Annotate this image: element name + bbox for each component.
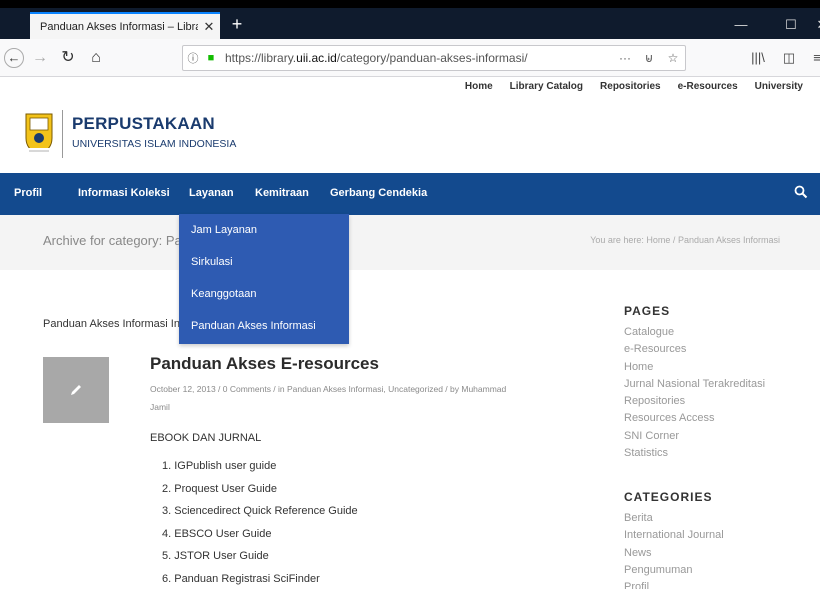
nav-item-gerbang-cendekia[interactable]: Gerbang Cendekia — [330, 187, 427, 199]
url-bar[interactable]: ⓘ ■ https://library.uii.ac.id/category/p… — [182, 45, 686, 71]
back-icon[interactable]: ← — [4, 48, 24, 68]
post-title[interactable]: Panduan Akses E-resources — [150, 354, 379, 374]
util-link-repositories[interactable]: Repositories — [600, 81, 661, 97]
sidebar-item-repositories[interactable]: Repositories — [624, 393, 765, 410]
archive-title: Archive for category: Pa — [43, 233, 182, 248]
pages-heading: PAGES — [624, 304, 671, 318]
list-item[interactable]: 5. JSTOR User Guide — [162, 550, 358, 573]
search-icon[interactable] — [794, 185, 808, 199]
categories-heading: CATEGORIES — [624, 490, 713, 504]
util-link-library-catalog[interactable]: Library Catalog — [510, 81, 583, 97]
sidebar-pages: PAGES Catalogue e-Resources Home Jurnal … — [624, 304, 765, 462]
sidebar-icon[interactable]: ◫ — [778, 48, 800, 68]
util-link-home[interactable]: Home — [465, 81, 493, 97]
list-item[interactable]: 1. IGPublish user guide — [162, 460, 358, 483]
screen-top-bar — [0, 0, 820, 8]
guide-list: 1. IGPublish user guide 2. Proquest User… — [162, 460, 358, 589]
forward-icon[interactable]: → — [30, 48, 50, 68]
breadcrumb[interactable]: You are here: Home / Panduan Akses Infor… — [590, 235, 780, 245]
category-item-pengumuman[interactable]: Pengumuman — [624, 562, 724, 579]
browser-tab[interactable]: Panduan Akses Informasi – Library ✕ — [30, 12, 220, 39]
category-item-berita[interactable]: Berita — [624, 510, 724, 527]
sidebar-item-catalogue[interactable]: Catalogue — [624, 324, 765, 341]
category-item-international-journal[interactable]: International Journal — [624, 527, 724, 544]
minimize-icon[interactable]: — — [725, 12, 757, 38]
sidebar-item-resources-access[interactable]: Resources Access — [624, 410, 765, 427]
home-icon[interactable]: ⌂ — [86, 48, 106, 68]
menu-item-sirkulasi[interactable]: Sirkulasi — [179, 246, 349, 278]
lock-icon: ■ — [207, 52, 215, 64]
intro-text: Panduan Akses Informasi In — [43, 318, 180, 330]
bookmark-star-icon[interactable]: ☆ — [661, 51, 685, 65]
post-meta: October 12, 2013 / 0 Comments / in Pandu… — [150, 384, 507, 412]
list-item[interactable]: 4. EBSCO User Guide — [162, 528, 358, 551]
menu-item-keanggotaan[interactable]: Keanggotaan — [179, 278, 349, 310]
utility-nav: Home Library Catalog Repositories e-Reso… — [465, 81, 820, 97]
menu-item-jam-layanan[interactable]: Jam Layanan — [179, 214, 349, 246]
url-text[interactable]: https://library.uii.ac.id/category/pandu… — [219, 51, 613, 65]
logo-divider — [62, 110, 63, 158]
category-item-news[interactable]: News — [624, 545, 724, 562]
browser-navbar: ← → ↻ ⌂ ⓘ ■ https://library.uii.ac.id/ca… — [0, 39, 820, 77]
page-actions-icon[interactable]: ··· — [613, 51, 637, 65]
sidebar-item-home[interactable]: Home — [624, 359, 765, 376]
main-nav: Profil Informasi Koleksi Layanan Kemitra… — [0, 173, 820, 215]
sidebar-item-sni-corner[interactable]: SNI Corner — [624, 428, 765, 445]
reload-icon[interactable]: ↻ — [58, 48, 78, 68]
list-item[interactable]: 6. Panduan Registrasi SciFinder — [162, 573, 358, 589]
university-emblem-icon[interactable] — [24, 112, 54, 156]
sidebar-item-statistics[interactable]: Statistics — [624, 445, 765, 462]
nav-item-profil[interactable]: Profil — [14, 187, 42, 199]
util-link-university[interactable]: University — [755, 81, 803, 97]
pencil-icon — [71, 385, 81, 395]
logo-subtitle: UNIVERSITAS ISLAM INDONESIA — [72, 138, 237, 150]
nav-item-kemitraan[interactable]: Kemitraan — [255, 187, 309, 199]
sidebar-item-jurnal-nasional[interactable]: Jurnal Nasional Terakreditasi — [624, 376, 765, 393]
logo-title[interactable]: PERPUSTAKAAN — [72, 114, 215, 134]
library-icon[interactable]: |||\ — [747, 48, 769, 68]
nav-item-informasi-koleksi[interactable]: Informasi Koleksi — [78, 187, 170, 199]
sidebar-categories: CATEGORIES Berita International Journal … — [624, 490, 724, 589]
sidebar-item-e-resources[interactable]: e-Resources — [624, 341, 765, 358]
post-section-heading: EBOOK DAN JURNAL — [150, 432, 262, 444]
layanan-dropdown-menu: Jam Layanan Sirkulasi Keanggotaan Pandua… — [179, 214, 349, 344]
tab-title: Panduan Akses Informasi – Library — [40, 20, 198, 33]
nav-item-layanan[interactable]: Layanan — [189, 187, 234, 199]
category-item-profil[interactable]: Profil — [624, 579, 724, 589]
new-tab-icon[interactable]: + — [226, 12, 248, 38]
pocket-icon[interactable]: ⊌ — [637, 51, 661, 65]
close-window-icon[interactable]: ✕ — [806, 12, 820, 38]
list-item[interactable]: 3. Sciencedirect Quick Reference Guide — [162, 505, 358, 528]
menu-item-panduan-akses-informasi[interactable]: Panduan Akses Informasi — [179, 310, 349, 342]
tab-close-icon[interactable]: ✕ — [198, 19, 220, 35]
list-item[interactable]: 2. Proquest User Guide — [162, 483, 358, 506]
maximize-icon[interactable]: ☐ — [775, 12, 807, 38]
menu-icon[interactable]: ≡ — [806, 48, 820, 68]
title-band: Archive for category: Pa You are here: H… — [0, 215, 820, 270]
util-link-e-resources[interactable]: e-Resources — [678, 81, 738, 97]
post-thumbnail[interactable] — [43, 357, 109, 423]
info-icon[interactable]: ⓘ — [183, 50, 203, 66]
